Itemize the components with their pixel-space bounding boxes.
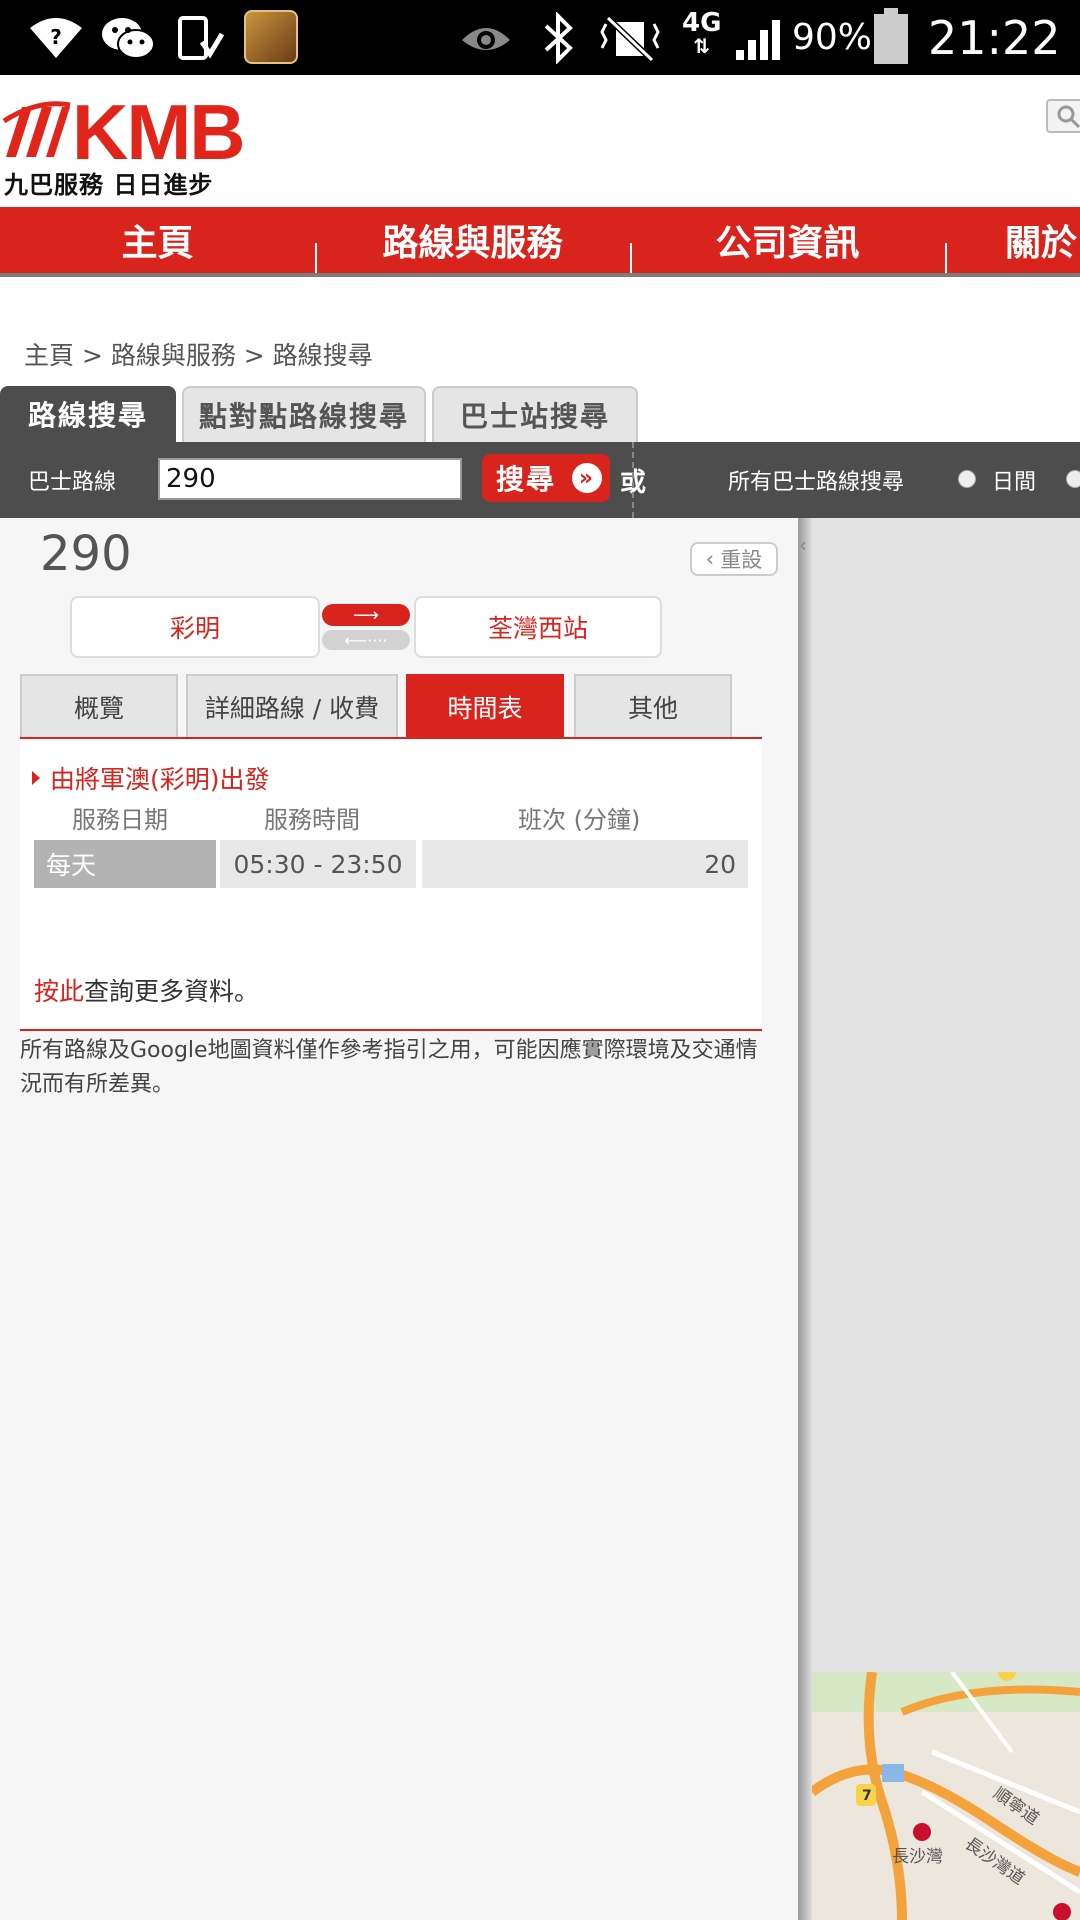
map-label-route-7: 7 <box>862 1788 872 1804</box>
arrow-left-dotted-icon: ⟵···· <box>322 630 410 650</box>
night-radio[interactable] <box>1066 470 1080 488</box>
app-icon <box>244 10 298 64</box>
collapse-chevron-icon[interactable]: ‹ <box>794 526 812 564</box>
route-number: 290 <box>40 526 132 582</box>
nav-company-info[interactable]: 公司資訊 <box>630 207 945 273</box>
tab-timetable[interactable]: 時間表 <box>406 674 564 738</box>
eye-icon <box>462 28 510 50</box>
signal-icon <box>736 20 780 60</box>
tab-route-fare[interactable]: 詳細路線 / 收費 <box>186 674 398 738</box>
map-roads <box>812 1672 1080 1920</box>
departure-label: 由將軍澳(彩明)出發 <box>50 765 270 794</box>
network-type: 4G ⇅ <box>682 8 722 58</box>
route-input[interactable] <box>158 458 462 500</box>
triangle-right-icon <box>32 771 40 785</box>
day-option-label: 日間 <box>992 470 1037 495</box>
tab-overview[interactable]: 概覽 <box>20 674 178 738</box>
more-info-text: 查詢更多資料。 <box>84 977 260 1006</box>
search-button[interactable]: 搜尋 » <box>482 454 610 502</box>
nav-home[interactable]: 主頁 <box>0 207 315 273</box>
chevron-left-icon: ‹ <box>705 547 715 571</box>
more-info-link[interactable]: 按此 <box>34 977 84 1006</box>
nav-about[interactable]: 關於 <box>945 207 1080 273</box>
svg-text:?: ? <box>50 25 62 49</box>
reset-button[interactable]: ‹ 重設 <box>690 542 778 576</box>
nav-routes-services[interactable]: 路線與服務 <box>315 207 630 273</box>
battery-icon <box>874 8 908 64</box>
site-header: KMB 九巴服務 日日進步 <box>0 75 1080 207</box>
vibrate-mute-icon <box>600 15 660 62</box>
destination-stop[interactable]: 荃灣西站 <box>414 596 662 658</box>
route-label: 巴士路線 <box>28 470 117 495</box>
disclaimer: 所有路線及Google地圖資料僅作參考指引之用，可能因應實際環境及交通情況而有所… <box>20 1038 758 1097</box>
search-icon <box>1057 105 1080 129</box>
wifi-question-icon: ? <box>30 18 82 58</box>
route-search-bar: 巴士路線 搜尋 » 或 所有巴士路線搜尋 日間 <box>0 442 1080 518</box>
header-frequency: 班次 (分鐘) <box>518 806 641 834</box>
origin-stop[interactable]: 彩明 <box>70 596 320 658</box>
divider <box>632 442 634 518</box>
tab-other[interactable]: 其他 <box>574 674 732 738</box>
double-chevron-right-icon: » <box>572 463 602 493</box>
tab-p2p-search[interactable]: 點對點路線搜尋 <box>182 386 426 442</box>
day-radio[interactable] <box>958 470 976 488</box>
breadcrumb: 主頁 > 路線與服務 > 路線搜尋 <box>24 341 373 370</box>
site-search-box[interactable] <box>1046 99 1080 133</box>
reset-label: 重設 <box>720 548 763 572</box>
header-service-time: 服務時間 <box>264 806 360 834</box>
map-label-cheung-sha-wan: 長沙灣 <box>892 1847 943 1867</box>
main-nav: 主頁 路線與服務 公司資訊 關於 <box>0 207 1080 277</box>
arrow-right-icon: ⟶ <box>322 604 410 626</box>
phone-download-icon <box>178 16 224 60</box>
row-frequency: 20 <box>422 840 748 888</box>
wechat-icon <box>102 18 155 59</box>
kmb-logo[interactable]: KMB 九巴服務 日日進步 <box>2 88 246 203</box>
status-bar: ? 4G ⇅ 90% 21:22 <box>0 0 1080 75</box>
panel-shadow <box>798 518 812 1920</box>
kmb-emblem-icon <box>2 101 71 157</box>
search-button-label: 搜尋 <box>496 463 557 496</box>
row-time: 05:30 - 23:50 <box>220 840 416 888</box>
row-day: 每天 <box>34 840 216 888</box>
header-service-date: 服務日期 <box>72 806 168 834</box>
direction-toggle[interactable]: ⟶ ⟵···· <box>322 604 410 652</box>
tab-bus-stop-search[interactable]: 巴士站搜尋 <box>432 386 638 442</box>
departure-heading: 由將軍澳(彩明)出發 <box>32 760 270 796</box>
all-routes-label: 所有巴士路線搜尋 <box>728 470 905 495</box>
map-tile[interactable]: 7 長沙灣 順寧道 長沙灣道 <box>812 1672 1080 1920</box>
tab-route-search[interactable]: 路線搜尋 <box>0 386 176 442</box>
bluetooth-icon <box>544 12 573 64</box>
battery-percent: 90% <box>792 17 873 58</box>
more-info: 按此查詢更多資料。 <box>34 972 259 1008</box>
logo-slogan: 九巴服務 日日進步 <box>4 171 214 199</box>
clock: 21:22 <box>928 10 1061 65</box>
